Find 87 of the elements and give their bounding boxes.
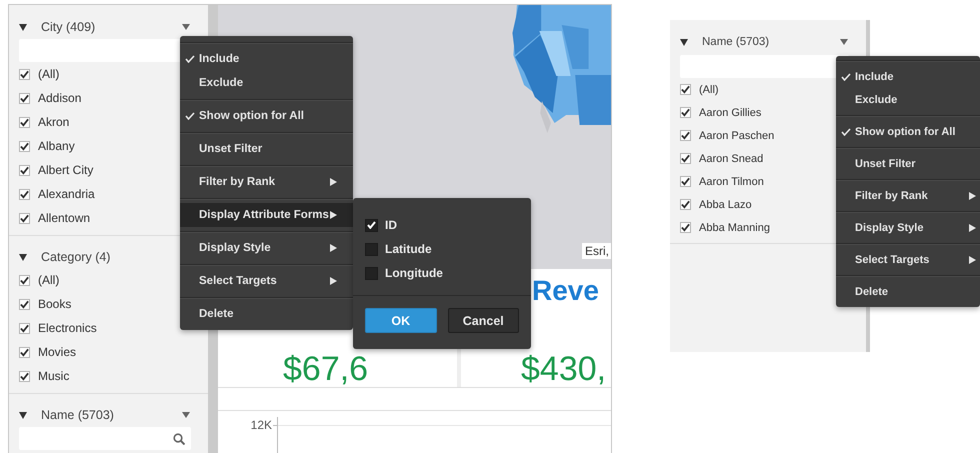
section-title: Name (5703) <box>702 36 770 48</box>
menu-item[interactable]: Include <box>836 65 980 88</box>
checkbox[interactable] <box>680 153 691 164</box>
dropdown-caret-icon[interactable] <box>182 24 190 30</box>
menu-item[interactable]: Delete <box>180 302 353 326</box>
checkbox[interactable] <box>680 84 691 95</box>
search-field[interactable] <box>680 55 849 78</box>
map-attribution: Esri, <box>582 243 611 259</box>
filter-item-label: (All) <box>699 84 719 96</box>
kpi-value: $430, <box>521 351 606 387</box>
checkbox[interactable] <box>19 92 30 104</box>
checkbox[interactable] <box>19 188 30 200</box>
filter-item-label: Aaron Paschen <box>699 130 774 142</box>
menu-item[interactable]: Display Style <box>836 216 980 239</box>
filter-item-label: (All) <box>38 273 60 287</box>
submenu-arrow-icon <box>330 211 337 219</box>
collapse-triangle-icon[interactable] <box>680 38 688 46</box>
filter-item-label: Aaron Gillies <box>699 106 762 118</box>
submenu-arrow-icon <box>969 256 976 264</box>
checkmark-icon <box>841 128 851 136</box>
option-label: ID <box>385 218 397 232</box>
filter-item-label: Albany <box>38 139 75 153</box>
menu-item[interactable]: Select Targets <box>180 269 353 293</box>
section-title: City (409) <box>41 20 96 34</box>
submenu-arrow-icon <box>330 178 337 186</box>
section-title: Name (5703) <box>41 408 115 422</box>
filter-item-label: Addison <box>38 91 82 105</box>
checkbox[interactable] <box>19 68 30 80</box>
section-title: Category (4) <box>41 250 112 264</box>
checkbox[interactable] <box>19 140 30 152</box>
option-label: Latitude <box>385 242 432 256</box>
dropdown-caret-icon[interactable] <box>840 39 848 45</box>
option-label: Longitude <box>385 266 443 280</box>
kpi-value: $67,6 <box>283 351 368 387</box>
filter-item-label: Electronics <box>38 321 97 335</box>
collapse-triangle-icon[interactable] <box>19 253 27 261</box>
checkbox[interactable] <box>680 107 691 118</box>
chart-axis <box>273 417 278 453</box>
filter-item-label: Abba Lazo <box>699 198 752 210</box>
menu-item[interactable]: Delete <box>836 280 980 303</box>
checkbox[interactable] <box>19 212 30 224</box>
submenu-arrow-icon <box>969 224 976 232</box>
checkbox[interactable] <box>19 298 30 310</box>
checkbox[interactable] <box>19 116 30 128</box>
checkbox[interactable] <box>365 242 378 256</box>
menu-item[interactable]: Select Targets <box>836 248 980 271</box>
dropdown-caret-icon[interactable] <box>182 412 190 418</box>
kpi-title: Reve <box>532 275 599 307</box>
filter-item-label: Aaron Tilmon <box>699 176 764 188</box>
checkbox[interactable] <box>19 346 30 358</box>
collapse-triangle-icon[interactable] <box>19 411 27 419</box>
filter-item-label: Allentown <box>38 211 90 225</box>
filter-item-label: (All) <box>38 67 60 81</box>
checkbox[interactable] <box>365 266 378 280</box>
menu-item[interactable]: Unset Filter <box>836 152 980 175</box>
checkmark-icon <box>185 112 195 120</box>
menu-item[interactable]: Show option for All <box>836 120 980 143</box>
cancel-button[interactable]: Cancel <box>448 308 519 333</box>
search-field[interactable] <box>19 427 191 450</box>
checkbox[interactable] <box>680 199 691 210</box>
checkbox[interactable] <box>19 164 30 176</box>
menu-item[interactable]: Exclude <box>836 88 980 111</box>
axis-tick-label: 12K <box>250 417 272 432</box>
checkbox[interactable] <box>680 222 691 233</box>
menu-item[interactable]: Display Attribute Forms <box>180 203 353 227</box>
filter-item-label: Albert City <box>38 163 94 177</box>
search-icon[interactable] <box>173 432 185 444</box>
submenu-arrow-icon <box>330 277 337 285</box>
checkbox[interactable] <box>680 176 691 187</box>
filter-item-label: Alexandria <box>38 187 95 201</box>
checkbox[interactable] <box>365 218 378 232</box>
filter-item-label: Aaron Snead <box>699 152 764 164</box>
collapse-triangle-icon[interactable] <box>19 23 27 31</box>
submenu-arrow-icon <box>969 192 976 200</box>
checkbox[interactable] <box>680 130 691 141</box>
checkmark-icon <box>185 55 195 63</box>
filter-item-label: Music <box>38 369 70 383</box>
checkbox[interactable] <box>19 274 30 286</box>
filter-item-label: Akron <box>38 115 70 129</box>
checkbox[interactable] <box>19 370 30 382</box>
submenu-arrow-icon <box>330 244 337 252</box>
filter-item-label: Books <box>38 297 72 311</box>
menu-item[interactable]: Filter by Rank <box>836 184 980 207</box>
checkmark-icon <box>841 72 851 80</box>
filter-item-label: Movies <box>38 345 76 359</box>
filter-item-label: Abba Manning <box>699 222 770 234</box>
checkbox[interactable] <box>19 322 30 334</box>
